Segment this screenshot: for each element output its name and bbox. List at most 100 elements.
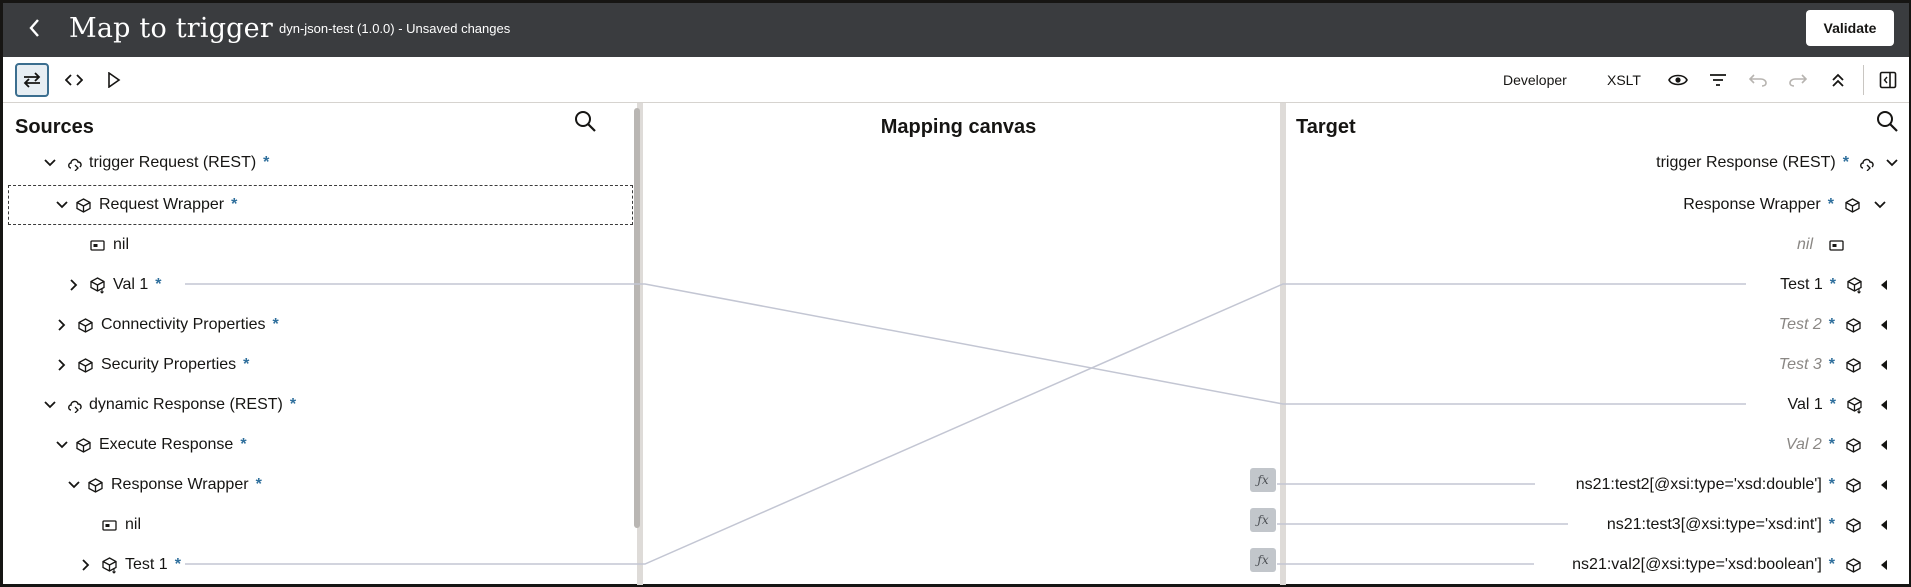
caret-left-icon[interactable]	[1881, 480, 1887, 490]
target-node-val-1[interactable]: Val 1 *	[1787, 385, 1887, 425]
source-node-nil[interactable]: nil	[89, 225, 136, 265]
cube-icon	[1845, 517, 1862, 534]
caret-left-icon[interactable]	[1881, 280, 1887, 290]
caret-left-icon[interactable]	[1881, 400, 1887, 410]
cube-icon	[1845, 437, 1862, 454]
cube-icon	[77, 357, 94, 374]
source-node-nil[interactable]: nil	[101, 505, 148, 545]
caret-left-icon[interactable]	[1881, 560, 1887, 570]
node-label: Val 1	[1787, 396, 1823, 413]
source-node-request-wrapper[interactable]: Request Wrapper *	[55, 185, 237, 225]
chevron-right-icon[interactable]	[67, 278, 81, 292]
caret-left-icon[interactable]	[1881, 520, 1887, 530]
node-label: trigger Response (REST)	[1656, 154, 1836, 171]
test-button[interactable]	[97, 63, 131, 97]
required-marker: *	[231, 196, 238, 213]
required-marker: *	[1828, 316, 1835, 333]
code-icon	[65, 74, 83, 86]
xslt-button[interactable]: XSLT	[1607, 69, 1641, 91]
chevron-down-icon[interactable]	[55, 198, 69, 212]
rest-cloud-icon	[67, 155, 84, 172]
required-marker: *	[255, 476, 262, 493]
target-node-trigger-response[interactable]: trigger Response (REST) *	[1656, 143, 1899, 183]
function-badge-ns21-test3[interactable]: ƒx	[1250, 508, 1276, 532]
node-label: Val 1	[113, 276, 149, 293]
node-label: nil	[1796, 236, 1813, 253]
code-view-button[interactable]	[57, 63, 91, 97]
node-label: trigger Request (REST)	[89, 154, 257, 171]
chevron-right-icon[interactable]	[55, 358, 69, 372]
chevron-down-icon[interactable]	[1885, 156, 1899, 170]
required-marker: *	[155, 276, 162, 293]
chevron-down-icon[interactable]	[43, 398, 57, 412]
node-label: Test 1	[125, 556, 168, 573]
cube-repeat-icon	[1846, 396, 1863, 414]
sources-title: Sources	[15, 116, 94, 138]
chevron-right-icon[interactable]	[55, 318, 69, 332]
chevron-down-icon[interactable]	[1873, 198, 1887, 212]
view-button[interactable]	[1661, 63, 1695, 97]
target-node-test-3[interactable]: Test 3 *	[1779, 345, 1887, 385]
required-marker: *	[243, 356, 250, 373]
node-label: ns21:test2[@xsi:type='xsd:double']	[1575, 476, 1822, 493]
chevron-down-icon[interactable]	[67, 478, 81, 492]
target-node-test-1[interactable]: Test 1 *	[1780, 265, 1887, 305]
target-node-ns21-val2[interactable]: ns21:val2[@xsi:type='xsd:boolean'] *	[1572, 545, 1887, 585]
function-badge-ns21-val2[interactable]: ƒx	[1250, 548, 1276, 572]
node-label: Val 2	[1785, 436, 1822, 453]
collapse-all-button[interactable]	[1821, 63, 1855, 97]
source-node-connectivity-properties[interactable]: Connectivity Properties *	[55, 305, 279, 345]
panel-toggle-button[interactable]	[1871, 63, 1905, 97]
node-label: dynamic Response (REST)	[89, 396, 283, 413]
source-node-val-1[interactable]: Val 1 *	[67, 265, 162, 305]
source-node-execute-response[interactable]: Execute Response *	[55, 425, 247, 465]
required-marker: *	[272, 316, 279, 333]
redo-button[interactable]	[1781, 63, 1815, 97]
play-icon	[108, 72, 121, 88]
function-badge-ns21-test2[interactable]: ƒx	[1250, 468, 1276, 492]
source-node-security-properties[interactable]: Security Properties *	[55, 345, 249, 385]
target-node-val-2[interactable]: Val 2 *	[1786, 425, 1887, 465]
swap-icon	[23, 72, 41, 88]
node-label: Response Wrapper	[1683, 196, 1821, 213]
chevron-down-icon[interactable]	[43, 156, 57, 170]
node-label: nil	[113, 236, 130, 253]
target-search-button[interactable]	[1875, 109, 1903, 137]
required-marker: *	[263, 154, 270, 171]
validate-button[interactable]: Validate	[1806, 10, 1894, 46]
undo-button[interactable]	[1741, 63, 1775, 97]
redo-icon	[1789, 74, 1807, 87]
source-node-response-wrapper[interactable]: Response Wrapper *	[67, 465, 262, 505]
mapping-canvas[interactable]: Mapping canvas	[640, 103, 1283, 585]
target-node-ns21-test2[interactable]: ns21:test2[@xsi:type='xsd:double'] *	[1576, 465, 1887, 505]
filter-icon	[1710, 74, 1726, 86]
filter-button[interactable]	[1701, 63, 1735, 97]
required-marker: *	[240, 436, 247, 453]
caret-left-icon[interactable]	[1881, 440, 1887, 450]
source-node-dynamic-response[interactable]: dynamic Response (REST) *	[43, 385, 296, 425]
mapper-view-button[interactable]	[15, 63, 49, 97]
target-node-ns21-test3[interactable]: ns21:test3[@xsi:type='xsd:int'] *	[1607, 505, 1887, 545]
back-button[interactable]	[21, 11, 49, 45]
chevron-down-icon[interactable]	[55, 438, 69, 452]
target-node-test-2[interactable]: Test 2 *	[1779, 305, 1887, 345]
target-panel: Target trigger Response (REST) * Respons…	[1283, 103, 1909, 585]
target-node-response-wrapper[interactable]: Response Wrapper *	[1683, 185, 1887, 225]
required-marker: *	[1828, 516, 1835, 533]
cube-icon	[1845, 317, 1862, 334]
page-subtitle: dyn-json-test (1.0.0) - Unsaved changes	[279, 21, 511, 36]
developer-mode-button[interactable]: Developer	[1503, 69, 1567, 91]
eye-icon	[1668, 74, 1688, 86]
sources-search-button[interactable]	[573, 109, 601, 137]
chevron-right-icon[interactable]	[79, 558, 93, 572]
required-marker: *	[1829, 396, 1836, 413]
source-node-test-1[interactable]: Test 1 *	[79, 545, 181, 585]
caret-left-icon[interactable]	[1881, 320, 1887, 330]
attribute-icon	[1828, 237, 1845, 254]
node-label: Security Properties	[101, 356, 237, 373]
panel-toggle-icon	[1879, 71, 1897, 89]
target-node-nil[interactable]: nil	[1797, 225, 1845, 265]
required-marker: *	[1828, 436, 1835, 453]
caret-left-icon[interactable]	[1881, 360, 1887, 370]
source-node-trigger-request[interactable]: trigger Request (REST) *	[43, 143, 269, 183]
